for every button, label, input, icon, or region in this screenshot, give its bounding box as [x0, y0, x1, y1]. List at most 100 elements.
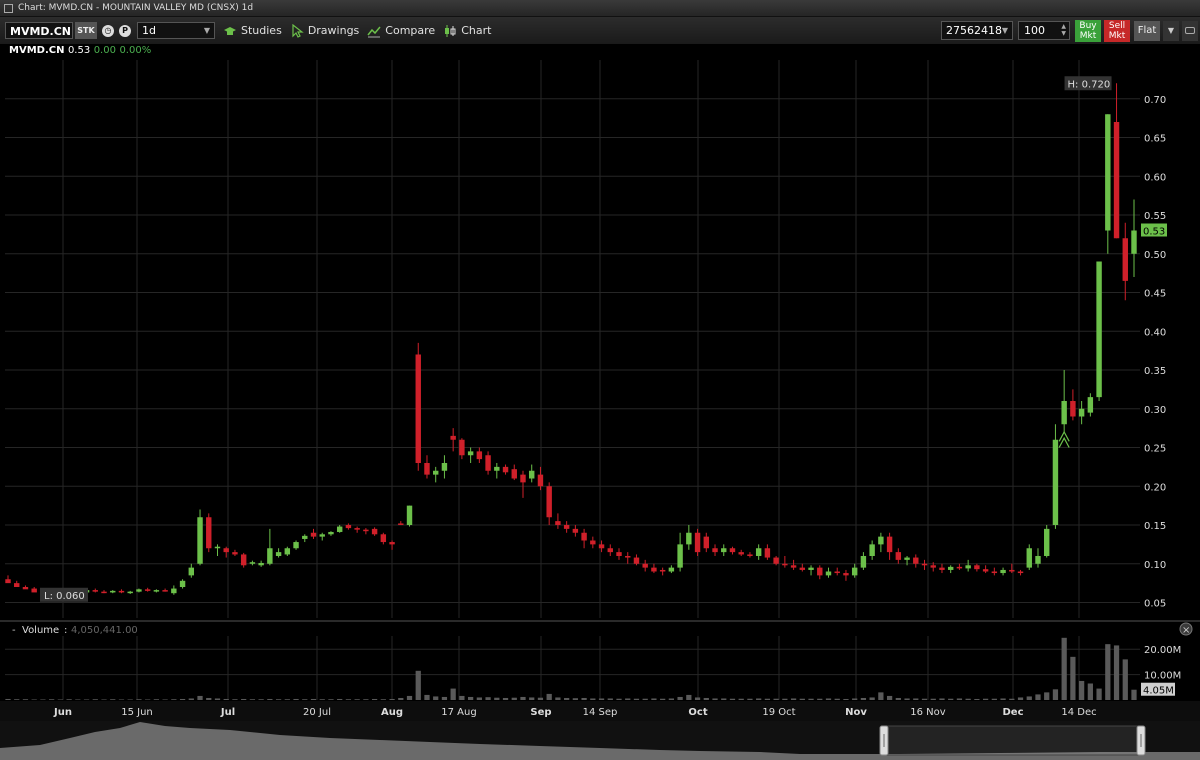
candle-body — [537, 474, 544, 487]
flat-button[interactable]: Flat — [1134, 20, 1160, 41]
candle-body — [1087, 397, 1094, 413]
chart-toolbar: MVMD.CN STK ◷ P 1d ▼ Studies Drawings Co… — [0, 17, 1200, 44]
navigator-strip — [0, 721, 1200, 760]
candle-body — [223, 548, 229, 553]
security-type-badge[interactable]: STK — [75, 22, 97, 39]
order-entry-tools: 27562418 ▼ 100 ▲ ▼ Buy Mkt Sell Mkt Flat … — [941, 17, 1200, 44]
candle-body — [1026, 548, 1032, 568]
volume-bar — [939, 698, 945, 700]
volume-tick-label: 10.00M — [1144, 671, 1181, 682]
price-tick-label: 0.45 — [1144, 289, 1166, 300]
volume-value: 4,050,441.00 — [71, 625, 138, 636]
volume-bar — [982, 698, 989, 700]
candle-body — [834, 571, 840, 574]
candle-body — [415, 354, 421, 463]
volume-bar — [188, 698, 194, 700]
volume-bar — [1009, 698, 1015, 700]
volume-bar — [433, 696, 439, 700]
volume-last-label: 4.05M — [1143, 686, 1174, 697]
clock-icon[interactable]: ◷ — [102, 24, 114, 37]
candle-body — [1009, 569, 1015, 572]
drawings-button[interactable]: Drawings — [290, 23, 359, 38]
volume-bar — [406, 695, 413, 700]
candle-body — [939, 567, 945, 570]
time-tick-label: Nov — [845, 707, 867, 718]
candle-body — [659, 569, 666, 572]
candle-body — [1017, 571, 1024, 574]
volume-bar — [817, 698, 823, 700]
candle-body — [956, 566, 963, 569]
volume-bar — [354, 699, 360, 700]
candle-body — [1105, 114, 1111, 231]
studies-button[interactable]: Studies — [223, 24, 282, 38]
volume-bar — [118, 699, 125, 700]
price-tick-label: 0.30 — [1144, 405, 1166, 416]
candle-body — [485, 455, 491, 471]
volume-bar — [886, 695, 893, 700]
spinner-arrows-icon[interactable]: ▲ ▼ — [1061, 23, 1066, 37]
candle-body — [110, 590, 116, 593]
candle-body — [494, 466, 500, 471]
sell-market-button[interactable]: Sell Mkt — [1104, 19, 1130, 42]
candle-body — [31, 588, 37, 593]
volume-bar — [965, 698, 971, 700]
volume-bar — [546, 693, 552, 700]
volume-bar — [921, 698, 928, 700]
candle-body — [529, 470, 535, 479]
link-window-button[interactable] — [1182, 20, 1198, 41]
volume-bar — [564, 697, 570, 700]
volume-bar — [153, 699, 160, 700]
candle-body — [773, 557, 779, 564]
volume-bar — [502, 697, 509, 700]
price-chart[interactable]: 0.70 0.65 0.60 0.55 0.50 0.45 0.40 0.35 0.30 0.25… — [0, 0, 1200, 760]
graduation-cap-icon — [224, 26, 236, 35]
volume-title: Volume — [22, 625, 59, 636]
volume-bar — [485, 697, 491, 700]
volume-colon: : — [64, 625, 67, 636]
chart-type-button[interactable]: Chart — [443, 24, 491, 38]
account-select[interactable]: 27562418 ▼ — [941, 21, 1013, 40]
price-tick-label: 0.55 — [1144, 211, 1166, 222]
volume-bar — [328, 699, 334, 700]
more-options-dropdown[interactable]: ▼ — [1163, 20, 1179, 41]
buy-line2: Mkt — [1079, 30, 1097, 41]
volume-bar — [415, 670, 421, 700]
candle-body — [677, 544, 683, 568]
navigator-bg — [0, 721, 1200, 760]
navigator-handle — [1136, 725, 1146, 756]
volume-bar — [721, 698, 727, 700]
volume-bar — [49, 699, 55, 700]
volume-bar — [703, 697, 709, 700]
volume-bar — [31, 699, 37, 700]
candle-body — [590, 540, 596, 545]
candle-body — [389, 542, 395, 545]
candle-body — [825, 571, 832, 576]
volume-bar — [459, 695, 465, 700]
volume-bar — [223, 698, 229, 700]
price-plot-area — [5, 60, 1140, 618]
volume-bar — [214, 698, 221, 700]
volume-bar — [380, 699, 386, 700]
volume-bar — [1096, 688, 1102, 700]
candle-body — [790, 565, 797, 568]
candle-body — [738, 552, 744, 555]
candle-body — [75, 591, 81, 594]
volume-bar — [843, 698, 849, 700]
compare-button[interactable]: Compare — [367, 24, 435, 38]
studies-label: Studies — [241, 24, 282, 37]
time-tick-label: Oct — [688, 707, 707, 718]
candle-body — [371, 528, 378, 535]
chevron-down-icon: ▼ — [203, 26, 210, 35]
volume-bar — [991, 698, 997, 700]
period-select[interactable]: 1d ▼ — [137, 22, 215, 39]
candle-body — [546, 486, 552, 518]
candle-body — [162, 590, 168, 592]
time-tick-label: 15 Jun — [121, 707, 153, 718]
p-circle-icon[interactable]: P — [119, 24, 131, 37]
symbol-input[interactable]: MVMD.CN — [5, 22, 73, 39]
volume-bar — [136, 699, 142, 700]
quantity-stepper[interactable]: 100 ▲ ▼ — [1018, 21, 1070, 40]
buy-market-button[interactable]: Buy Mkt — [1075, 19, 1101, 42]
volume-bar — [1044, 692, 1050, 700]
volume-bar — [790, 698, 797, 700]
